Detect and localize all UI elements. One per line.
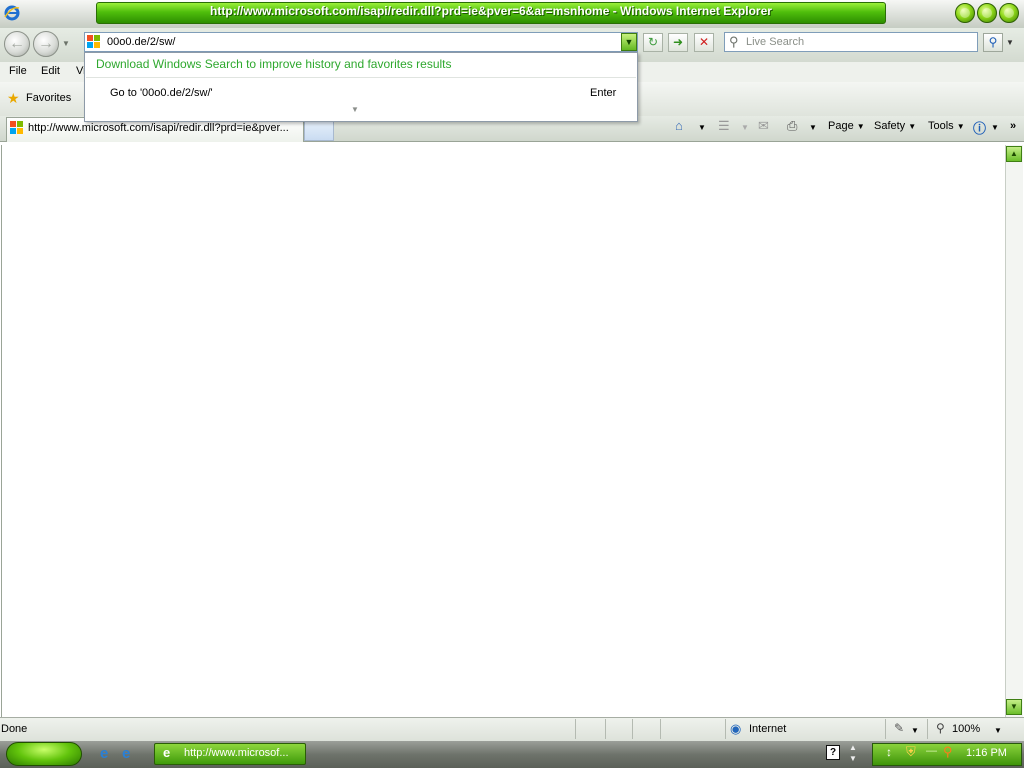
status-bar [0, 717, 1024, 741]
popup-divider [86, 77, 636, 78]
tools-menu-button[interactable]: Tools ▼ [928, 120, 965, 132]
taskbar-help-icon[interactable]: ? [826, 745, 840, 760]
windows-logo-icon [87, 35, 100, 48]
zoom-magnifier-icon: ⚲ [936, 721, 945, 735]
menu-file[interactable]: File [9, 65, 27, 77]
help-dropdown-icon[interactable]: ▼ [991, 123, 999, 132]
mail-icon[interactable]: ✉ [758, 118, 769, 134]
refresh-icon[interactable]: ↻ [643, 33, 663, 52]
tools-menu-label: Tools [928, 120, 954, 132]
tab-windows-logo-icon [10, 121, 23, 134]
page-menu-label: Page [828, 120, 854, 132]
printer-icon[interactable]: ⎙ [787, 118, 797, 134]
back-arrow-icon[interactable]: ← [4, 31, 30, 57]
minimize-button[interactable] [955, 3, 975, 23]
status-divider [605, 719, 606, 739]
internet-explorer-icon[interactable] [3, 4, 21, 22]
stop-icon[interactable]: ✕ [694, 33, 714, 52]
close-button[interactable] [999, 3, 1019, 23]
safety-menu-button[interactable]: Safety ▼ [874, 120, 916, 132]
expand-popup-chevron-icon[interactable]: ▼ [351, 105, 359, 114]
go-to-suggestion[interactable]: Go to '00o0.de/2/sw/' [110, 87, 213, 99]
tray-volume-icon[interactable]: — [926, 745, 937, 757]
tray-network-icon[interactable]: ↕ [886, 745, 892, 759]
status-text: Done [1, 723, 28, 735]
taskbar-ie-icon: e [163, 745, 171, 760]
security-zone-label[interactable]: Internet [749, 723, 786, 735]
zoom-level[interactable]: 100% [952, 723, 980, 735]
go-arrow-icon[interactable]: ➜ [668, 33, 688, 52]
safety-menu-label: Safety [874, 120, 906, 132]
vertical-scrollbar[interactable] [1005, 145, 1023, 717]
status-divider [885, 719, 886, 739]
new-tab-button[interactable] [304, 119, 334, 141]
menu-edit[interactable]: Edit [41, 65, 60, 77]
status-divider [660, 719, 661, 739]
tab-label[interactable]: http://www.microsoft.com/isapi/redir.dll… [28, 122, 300, 134]
download-windows-search-link[interactable]: Download Windows Search to improve histo… [96, 57, 452, 71]
status-divider [927, 719, 928, 739]
maximize-button[interactable] [977, 3, 997, 23]
taskbar-scroll-down-icon[interactable]: ▼ [849, 754, 857, 763]
protected-mode-dropdown-icon[interactable]: ▼ [911, 726, 919, 735]
status-divider [725, 719, 726, 739]
rss-feed-icon[interactable]: ☰ [718, 118, 730, 134]
page-menu-button[interactable]: Page ▼ [828, 120, 865, 132]
home-icon[interactable]: ⌂ [675, 118, 683, 133]
tray-security-shield-icon[interactable]: ⛨ [906, 744, 916, 760]
chevron-down-icon: ▼ [956, 122, 965, 131]
window-title: http://www.microsoft.com/isapi/redir.dll… [210, 4, 772, 18]
search-options-dropdown-icon[interactable]: ▼ [1006, 38, 1014, 47]
quick-launch-ie-icon[interactable]: e [100, 745, 108, 762]
chevron-down-icon: ▼ [908, 122, 917, 131]
address-dropdown-button[interactable]: ▼ [621, 33, 637, 51]
internet-zone-globe-icon: ◉ [730, 721, 742, 736]
search-placeholder: Live Search [746, 36, 805, 48]
scroll-down-arrow-icon[interactable]: ▼ [1006, 699, 1022, 715]
start-button[interactable] [6, 742, 82, 766]
tray-search-icon[interactable]: ⚲ [943, 744, 953, 760]
address-value[interactable]: 00o0.de/2/sw/ [107, 36, 176, 48]
zoom-dropdown-icon[interactable]: ▼ [994, 726, 1002, 735]
enter-shortcut-hint: Enter [590, 87, 617, 99]
feeds-dropdown-icon[interactable]: ▼ [741, 123, 749, 132]
help-icon[interactable]: ⓘ [973, 118, 986, 137]
status-divider [632, 719, 633, 739]
taskbar-button-label: http://www.microsof... [184, 747, 289, 759]
home-dropdown-icon[interactable]: ▼ [698, 123, 706, 132]
scroll-up-arrow-icon[interactable]: ▲ [1006, 146, 1022, 162]
page-content[interactable] [1, 145, 1005, 717]
taskbar-clock[interactable]: 1:16 PM [966, 747, 1007, 759]
magnifier-icon[interactable]: ⚲ [983, 33, 1003, 52]
favorites-star-icon[interactable]: ★ [7, 90, 20, 107]
favorites-button[interactable]: Favorites [26, 92, 71, 104]
recent-pages-dropdown-icon[interactable]: ▼ [62, 39, 70, 48]
search-field-magnifier-icon: ⚲ [729, 34, 739, 49]
status-divider [575, 719, 576, 739]
taskbar-scroll-up-icon[interactable]: ▲ [849, 743, 857, 752]
quick-launch-ie-secondary-icon[interactable]: e [122, 745, 130, 762]
protected-mode-icon[interactable]: ✎ [894, 721, 904, 735]
print-dropdown-icon[interactable]: ▼ [809, 123, 817, 132]
more-commands-chevron-icon[interactable]: » [1010, 120, 1016, 132]
chevron-down-icon: ▼ [856, 122, 865, 131]
forward-arrow-icon[interactable]: → [33, 31, 59, 57]
